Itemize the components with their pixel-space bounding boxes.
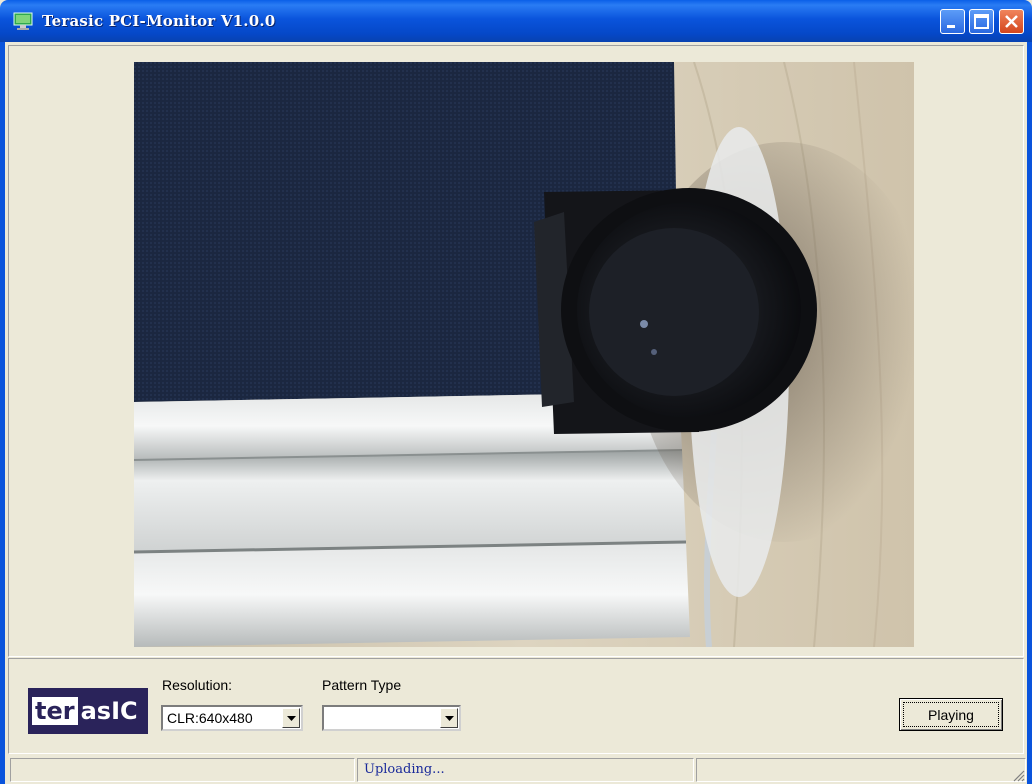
terasic-logo: ter asIC: [28, 688, 148, 734]
pattern-type-label: Pattern Type: [322, 677, 402, 693]
status-pane-3: [696, 758, 1026, 782]
close-button[interactable]: [999, 9, 1024, 34]
title-bar[interactable]: Terasic PCI-Monitor V1.0.0: [0, 0, 1032, 42]
resize-grip-icon[interactable]: [1011, 768, 1025, 782]
logo-text-part1: ter: [32, 697, 78, 725]
chevron-down-icon: [445, 716, 454, 721]
window-frame-left: [0, 42, 5, 784]
chevron-down-icon: [287, 716, 296, 721]
minimize-icon: [947, 25, 955, 28]
window-frame-right: [1027, 42, 1032, 784]
resolution-dropdown[interactable]: CLR:640x480: [161, 705, 303, 731]
window-title: Terasic PCI-Monitor V1.0.0: [42, 12, 276, 30]
close-icon: [1005, 15, 1018, 28]
pattern-type-dropdown-arrow[interactable]: [440, 708, 458, 728]
maximize-icon: [974, 14, 989, 29]
minimize-button[interactable]: [940, 9, 965, 34]
playing-button-label: Playing: [903, 702, 999, 727]
resolution-label: Resolution:: [162, 677, 233, 693]
app-monitor-icon: [13, 12, 33, 30]
status-pane-2: Uploading...: [357, 758, 694, 782]
resolution-value: CLR:640x480: [167, 710, 253, 726]
resolution-dropdown-arrow[interactable]: [282, 708, 300, 728]
pattern-type-dropdown[interactable]: [322, 705, 461, 731]
maximize-button[interactable]: [969, 9, 994, 34]
status-pane-1: [10, 758, 355, 782]
logo-text-part2: asIC: [80, 697, 138, 725]
playing-button[interactable]: Playing: [899, 698, 1003, 731]
video-feed-image: [134, 62, 914, 647]
status-bar: Uploading...: [5, 756, 1027, 784]
status-upload-text: Uploading...: [364, 762, 445, 777]
